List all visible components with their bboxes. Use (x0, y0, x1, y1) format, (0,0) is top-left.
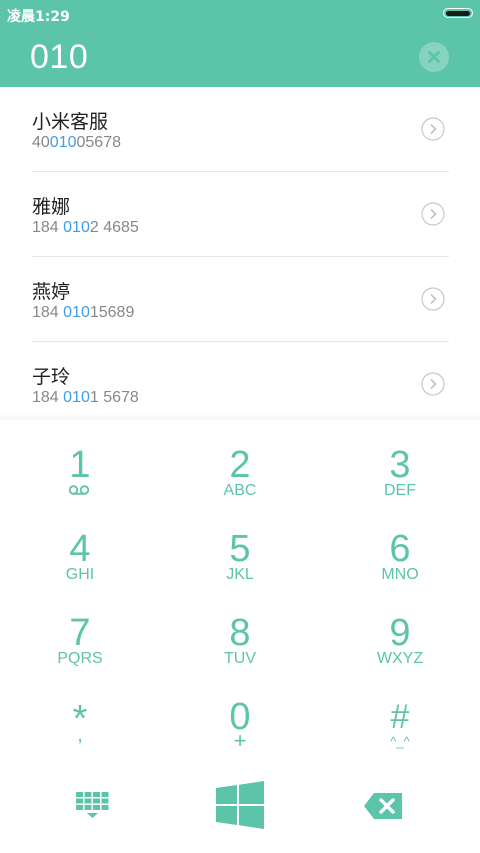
contact-name: 小米客服 (32, 111, 109, 133)
close-icon (428, 51, 440, 63)
key-letters: + (233, 728, 247, 753)
key-letters: WXYZ (376, 650, 424, 667)
dial-number-input[interactable]: 010 (30, 38, 88, 77)
number-match: 010 (49, 134, 77, 151)
contact-number: 184 0102 4685 (32, 219, 139, 237)
chevron-right-icon[interactable] (421, 287, 445, 311)
number-prefix: 184 (32, 219, 64, 236)
battery-icon (443, 8, 473, 18)
status-time: 凌晨1:29 (7, 9, 70, 25)
key-3[interactable]: 3 DEF (320, 430, 480, 514)
key-digit: 3 (389, 444, 411, 486)
key-digit: # (390, 698, 410, 736)
number-suffix: 1 5678 (89, 389, 139, 406)
key-letters: GHI (65, 566, 95, 583)
call-button[interactable] (212, 778, 268, 834)
key-digit: 1 (69, 444, 91, 486)
key-digit: 2 (229, 444, 251, 486)
number-suffix: 2 4685 (89, 219, 139, 236)
contact-number: 4001005678 (32, 134, 121, 152)
key-letters: , (77, 724, 83, 746)
contact-name: 燕婷 (32, 281, 71, 303)
contact-list-item[interactable]: 小米客服 4001005678 (32, 87, 449, 172)
search-header: 010 (0, 28, 480, 87)
backspace-button[interactable] (360, 786, 406, 826)
backspace-icon (364, 793, 402, 819)
key-hash[interactable]: # ^_^ (320, 682, 480, 766)
key-5[interactable]: 5 JKL (160, 514, 320, 598)
key-digit: 9 (389, 612, 411, 654)
dialpad: 1 2 ABC 3 DEF 4 GHI 5 JKL 6 MNO 7 PQRS 8… (0, 420, 480, 853)
status-bar: 凌晨1:29 (0, 0, 480, 28)
key-8[interactable]: 8 TUV (160, 598, 320, 682)
windows-logo-icon (216, 781, 264, 829)
number-match: 010 (63, 389, 90, 406)
key-letters: ^_^ (390, 734, 410, 749)
key-digit: 8 (229, 612, 251, 654)
dialpad-icon (76, 792, 109, 818)
dialpad-toggle-button[interactable] (62, 782, 122, 832)
key-letters: TUV (224, 650, 256, 667)
key-letters: MNO (381, 566, 419, 583)
contact-list-item[interactable]: 燕婷 184 01015689 (32, 257, 449, 342)
key-letters: PQRS (57, 650, 103, 667)
key-6[interactable]: 6 MNO (320, 514, 480, 598)
key-9[interactable]: 9 WXYZ (320, 598, 480, 682)
key-2[interactable]: 2 ABC (160, 430, 320, 514)
chevron-right-icon[interactable] (421, 372, 445, 396)
key-digit: 6 (389, 528, 411, 570)
chevron-right-icon[interactable] (421, 117, 445, 141)
contact-list-item[interactable]: 雅娜 184 0102 4685 (32, 172, 449, 257)
key-digit: 7 (69, 612, 91, 654)
number-prefix: 40 (32, 134, 50, 151)
number-prefix: 184 (32, 389, 64, 406)
number-suffix: 15689 (89, 304, 135, 321)
key-7[interactable]: 7 PQRS (0, 598, 160, 682)
contact-number: 184 0101 5678 (32, 389, 139, 407)
key-letters: JKL (226, 566, 254, 583)
number-match: 010 (63, 304, 90, 321)
key-letters: ABC (223, 482, 257, 499)
clear-input-button[interactable] (419, 42, 449, 72)
contact-name: 子玲 (32, 366, 71, 388)
contact-name: 雅娜 (32, 196, 71, 218)
key-4[interactable]: 4 GHI (0, 514, 160, 598)
key-digit: 4 (69, 528, 91, 570)
number-prefix: 184 (32, 304, 64, 321)
chevron-right-icon[interactable] (421, 202, 445, 226)
voicemail-icon (68, 485, 90, 495)
key-0[interactable]: 0 + (160, 682, 320, 766)
number-suffix: 05678 (76, 134, 122, 151)
key-star[interactable]: * , (0, 682, 160, 766)
key-digit: 5 (229, 528, 251, 570)
contact-number: 184 01015689 (32, 304, 134, 322)
contact-results-list: 小米客服 4001005678 雅娜 184 0102 4685 燕婷 184 … (0, 87, 480, 426)
key-letters: DEF (384, 482, 416, 499)
number-match: 010 (63, 219, 90, 236)
key-1[interactable]: 1 (0, 430, 160, 514)
